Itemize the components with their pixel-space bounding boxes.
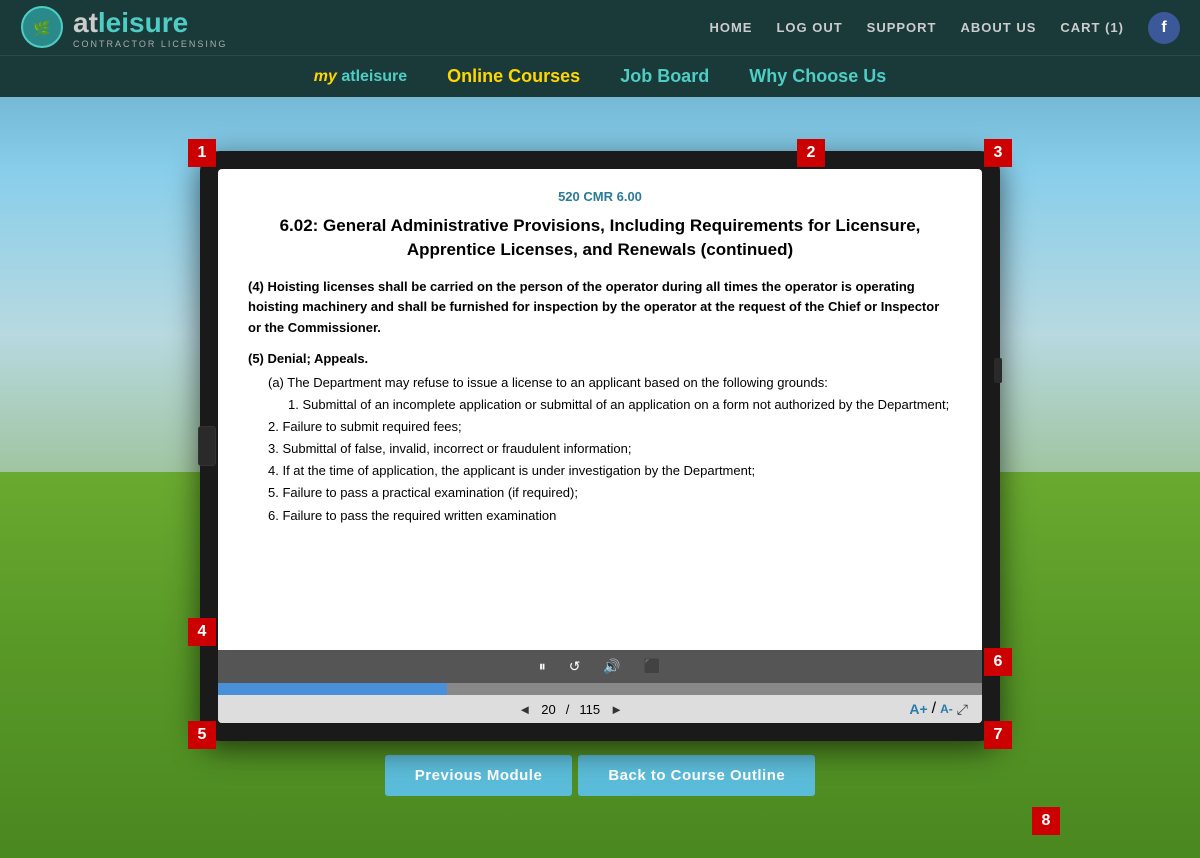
logo-area: 🌿 atleisure CONTRACTOR LICENSING	[20, 5, 227, 50]
page-nav-center: ◄ 20 / 115 ►	[518, 702, 623, 717]
header-bottom-nav: my atleisure Online Courses Job Board Wh…	[0, 55, 1200, 97]
bottom-navigation: Previous Module Back to Course Outline	[385, 755, 815, 796]
regulation-label: 520 CMR 6.00	[248, 189, 952, 204]
top-navigation: HOME LOG OUT SUPPORT ABOUT US CART (1) f	[709, 12, 1180, 44]
page-total: 115	[579, 702, 600, 717]
back-to-outline-button[interactable]: Back to Course Outline	[578, 755, 815, 796]
page-navigation-bar: ◄ 20 / 115 ► A+ / A- ⤢	[218, 695, 982, 723]
list-item-2: 2. Failure to submit required fees;	[268, 416, 952, 438]
section-5-title: (5) Denial; Appeals.	[248, 351, 952, 366]
volume-button[interactable]: 🔊	[599, 656, 624, 677]
nav-support[interactable]: SUPPORT	[867, 20, 937, 35]
nav-why-choose[interactable]: Why Choose Us	[749, 66, 886, 87]
badge-2: 2	[797, 139, 825, 167]
prev-page-arrow[interactable]: ◄	[518, 702, 531, 717]
media-controls-bar: ⏸ ↺ 🔊 ⬛	[218, 650, 982, 683]
nav-cart[interactable]: CART (1)	[1060, 20, 1124, 35]
font-increase-button[interactable]: A+	[909, 701, 927, 717]
pause-button[interactable]: ⏸	[535, 656, 550, 677]
font-decrease-button[interactable]: A-	[940, 702, 953, 716]
list-item-3: 3. Submittal of false, invalid, incorrec…	[268, 438, 952, 460]
list-item-6: 6. Failure to pass the required written …	[268, 505, 952, 527]
list-item-5: 5. Failure to pass a practical examinati…	[268, 482, 952, 504]
nav-logout[interactable]: LOG OUT	[776, 20, 842, 35]
main-content: 1 2 3 4 5 6 7 520 CMR 6.00 6.02: General…	[0, 97, 1200, 845]
badge-4: 4	[188, 618, 216, 646]
document-title: 6.02: General Administrative Provisions,…	[248, 214, 952, 262]
progress-bar-area	[218, 683, 982, 695]
document-content: 520 CMR 6.00 6.02: General Administrativ…	[218, 169, 982, 650]
section-5a: (a) The Department may refuse to issue a…	[268, 372, 952, 527]
page-current: 20	[541, 702, 555, 717]
logo-subtitle: CONTRACTOR LICENSING	[73, 39, 227, 49]
progress-bar-fill	[218, 683, 447, 695]
list-item-1: 1. Submittal of an incomplete applicatio…	[288, 394, 952, 416]
next-page-arrow[interactable]: ►	[610, 702, 623, 717]
logo-leisure: leisure	[98, 7, 188, 38]
badge-1: 1	[188, 139, 216, 167]
badge-6: 6	[984, 648, 1012, 676]
tablet-screen: 520 CMR 6.00 6.02: General Administrativ…	[218, 169, 982, 723]
nav-my-atleisure[interactable]: my atleisure	[314, 68, 407, 86]
nav-online-courses[interactable]: Online Courses	[447, 66, 580, 87]
badge-7: 7	[984, 721, 1012, 749]
logo-icon: 🌿	[20, 5, 65, 50]
nav-home[interactable]: HOME	[709, 20, 752, 35]
nav-job-board[interactable]: Job Board	[620, 66, 709, 87]
tablet-frame: 1 2 3 4 5 6 7 520 CMR 6.00 6.02: General…	[200, 151, 1000, 741]
my-label: my	[314, 68, 337, 85]
screen-button[interactable]: ⬛	[640, 656, 665, 677]
logo-text-container: atleisure CONTRACTOR LICENSING	[73, 7, 227, 49]
section-5a-intro: (a) The Department may refuse to issue a…	[268, 372, 952, 394]
logo-main-text: atleisure	[73, 7, 227, 39]
tablet-power-button[interactable]	[994, 358, 1002, 383]
site-header: 🌿 atleisure CONTRACTOR LICENSING HOME LO…	[0, 0, 1200, 97]
logo-at: at	[73, 7, 98, 38]
paragraph-4: (4) Hoisting licenses shall be carried o…	[248, 277, 952, 339]
tablet-home-button[interactable]	[198, 426, 216, 466]
page-separator: /	[566, 702, 570, 717]
font-separator: /	[932, 700, 936, 718]
badge-8: 8	[1032, 807, 1060, 835]
facebook-icon[interactable]: f	[1148, 12, 1180, 44]
nav-about-us[interactable]: ABOUT US	[961, 20, 1037, 35]
badge-5: 5	[188, 721, 216, 749]
atleisure-label: atleisure	[341, 68, 407, 85]
previous-module-button[interactable]: Previous Module	[385, 755, 573, 796]
fullscreen-button[interactable]: ⤢	[957, 701, 968, 718]
header-top: 🌿 atleisure CONTRACTOR LICENSING HOME LO…	[0, 0, 1200, 55]
svg-text:🌿: 🌿	[33, 20, 50, 37]
badge-3: 3	[984, 139, 1012, 167]
list-item-4: 4. If at the time of application, the ap…	[268, 460, 952, 482]
rewind-button[interactable]: ↺	[565, 656, 585, 677]
font-controls: A+ / A- ⤢	[909, 700, 968, 718]
